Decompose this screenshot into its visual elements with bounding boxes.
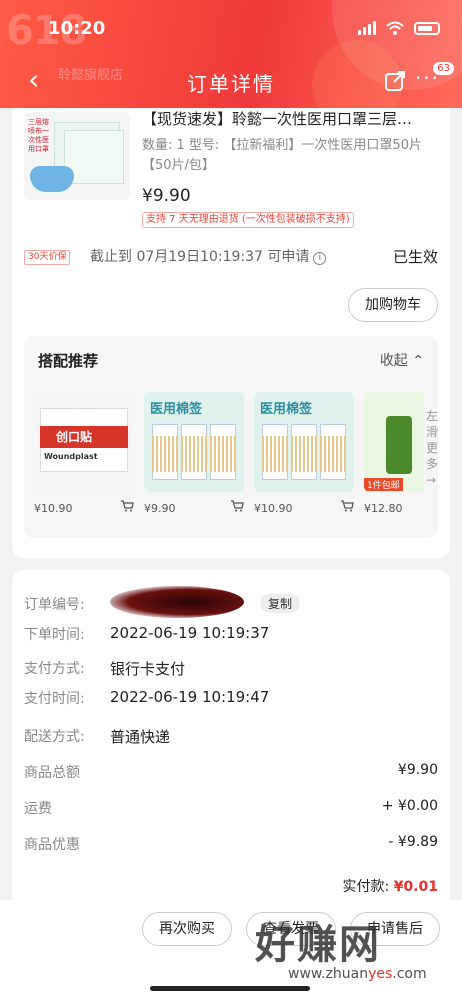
price-guarantee-status: 已生效 <box>392 248 438 266</box>
home-indicator[interactable] <box>150 986 310 991</box>
price-guarantee-tag: 30天价保 <box>24 250 71 265</box>
return-policy-tag: 支持 7 天无理由退货 (一次性包装破损不支持) <box>142 212 354 228</box>
paid-value: ¥0.01 <box>393 879 438 895</box>
discount-row: 商品优惠 - ¥9.89 <box>24 834 438 856</box>
recommend-price: ¥12.80 <box>364 502 403 515</box>
battery-icon <box>414 21 440 35</box>
swab-title: 医用棉签 <box>260 402 313 417</box>
info-value: 普通快递 <box>110 728 171 746</box>
cotton-swab-image: 医用棉签 <box>144 392 244 492</box>
collapse-button[interactable]: 收起 ⌃ <box>380 350 424 370</box>
amount-label: 商品总额 <box>24 765 80 781</box>
delivery-method-row: 配送方式: 普通快递 <box>24 726 438 748</box>
amount-value: + ¥0.00 <box>381 798 438 814</box>
thumb-label: 三层熔喷布一次性医用口罩 <box>28 118 49 153</box>
info-value: 银行卡支付 <box>110 660 186 678</box>
chevron-up-icon: ⌃ <box>412 353 424 369</box>
order-number-label: 订单编号: <box>24 597 85 613</box>
amount-value: - ¥9.89 <box>388 834 438 850</box>
paid-amount: 实付款: ¥0.01 <box>343 876 438 896</box>
recommend-title: 搭配推荐 <box>38 352 99 370</box>
cotton-swab-image: 医用棉签 <box>254 392 354 492</box>
collapse-label: 收起 <box>379 353 408 369</box>
recommend-item[interactable]: 医用棉签 ¥9.90 <box>144 392 244 522</box>
arrow-right-icon: → <box>426 473 437 487</box>
amount-value: ¥9.90 <box>397 762 438 778</box>
goods-total-row: 商品总额 ¥9.90 <box>24 762 438 784</box>
shipping-fee-row: 运费 + ¥0.00 <box>24 798 438 820</box>
swab-sticks <box>152 436 178 472</box>
product-spec: 数量: 1 型号: 【拉新福利】一次性医用口罩50片【50片/包】 <box>142 138 422 173</box>
signal-icon <box>358 21 376 35</box>
bandage-subtitle: Woundplast <box>44 452 98 461</box>
add-to-cart-button[interactable]: 加购物车 <box>348 288 438 322</box>
cart-icon[interactable] <box>120 500 134 512</box>
order-number-row: 订单编号: 复制 <box>24 586 438 618</box>
status-icons <box>358 21 440 35</box>
watermark-logo: 好赚网 <box>255 922 381 968</box>
copy-button[interactable]: 复制 <box>260 594 301 613</box>
info-label: 下单时间: <box>24 627 85 643</box>
info-value: 2022-06-19 10:19:47 <box>110 688 270 706</box>
buy-again-button[interactable]: 再次购买 <box>142 912 232 946</box>
recommend-section: 搭配推荐 收起 ⌃ 创口贴 Woundplast ¥10.90 医用棉签 ¥9.… <box>24 336 438 538</box>
product-title[interactable]: 【现货速发】聆懿一次性医用口罩三层… <box>142 108 442 129</box>
bandage-title: 创口贴 <box>56 430 93 444</box>
swab-title: 医用棉签 <box>150 402 203 417</box>
bottle-shape <box>386 416 412 474</box>
order-info-card: 订单编号: 复制 下单时间: 2022-06-19 10:19:37 支付方式:… <box>12 570 450 910</box>
cart-icon[interactable] <box>340 500 354 512</box>
recommend-price: ¥10.90 <box>34 502 73 515</box>
watermark-url-post: .com <box>392 966 427 982</box>
paid-label: 实付款: <box>342 879 390 895</box>
free-shipping-tag: 1件包邮 <box>364 478 403 491</box>
payment-time-row: 支付时间: 2022-06-19 10:19:47 <box>24 688 438 710</box>
redacted-order-number <box>110 586 244 618</box>
recommend-price: ¥10.90 <box>254 502 293 515</box>
info-icon[interactable]: i <box>313 252 327 265</box>
watermark-url-mid: yes <box>368 966 393 982</box>
product-thumbnail[interactable]: 三层熔喷布一次性医用口罩 <box>24 112 130 200</box>
info-label: 配送方式: <box>24 729 85 745</box>
nav-bar: ‹ 订单详情 ··· 63 <box>0 62 462 102</box>
recommend-item[interactable]: 创口贴 Woundplast ¥10.90 <box>34 392 134 522</box>
swab-sticks <box>181 436 207 472</box>
swab-sticks <box>210 436 236 472</box>
swab-sticks <box>262 436 288 472</box>
watermark-url-pre: www.zhuan <box>288 966 369 982</box>
price-guarantee-text[interactable]: 截止到 07月19日10:19:37 可申请 i <box>90 246 327 266</box>
bandage-image: 创口贴 Woundplast <box>34 392 134 492</box>
header: 618 10:20 聆懿旗舰店 ‹ 订单详情 ··· 63 <box>0 0 462 108</box>
watermark-url: www.zhuanyes.com <box>288 966 427 982</box>
slide-more-label: 左滑更多 <box>426 409 438 471</box>
order-time-row: 下单时间: 2022-06-19 10:19:37 <box>24 624 438 646</box>
recommend-price: ¥9.90 <box>144 502 176 515</box>
product-price: ¥9.90 <box>142 186 191 206</box>
mask-image <box>30 166 74 192</box>
recommend-item[interactable]: 1件包邮 ¥12.80 <box>364 392 424 522</box>
info-label: 支付时间: <box>24 691 85 707</box>
amount-label: 运费 <box>24 801 52 817</box>
slide-more-hint[interactable]: 左滑更多 → <box>426 408 438 488</box>
oil-bottle-image: 1件包邮 <box>364 392 424 492</box>
bottom-action-bar: 再次购买 查看发票 申请售后 <box>0 900 462 999</box>
amount-label: 商品优惠 <box>24 837 80 853</box>
share-icon[interactable] <box>384 70 406 92</box>
price-guarantee-deadline: 截止到 07月19日10:19:37 可申请 <box>90 249 310 265</box>
message-badge: 63 <box>433 62 454 75</box>
swab-sticks <box>320 436 346 472</box>
info-value: 2022-06-19 10:19:37 <box>110 624 270 642</box>
wifi-icon <box>386 21 404 35</box>
payment-method-row: 支付方式: 银行卡支付 <box>24 658 438 680</box>
cart-icon[interactable] <box>230 500 244 512</box>
product-card: 三层熔喷布一次性医用口罩 【现货速发】聆懿一次性医用口罩三层… 数量: 1 型号… <box>12 108 450 558</box>
status-bar: 10:20 <box>0 18 462 44</box>
status-time: 10:20 <box>48 18 106 39</box>
recommend-item[interactable]: 医用棉签 ¥10.90 <box>254 392 354 522</box>
info-label: 支付方式: <box>24 661 85 677</box>
swab-sticks <box>291 436 317 472</box>
